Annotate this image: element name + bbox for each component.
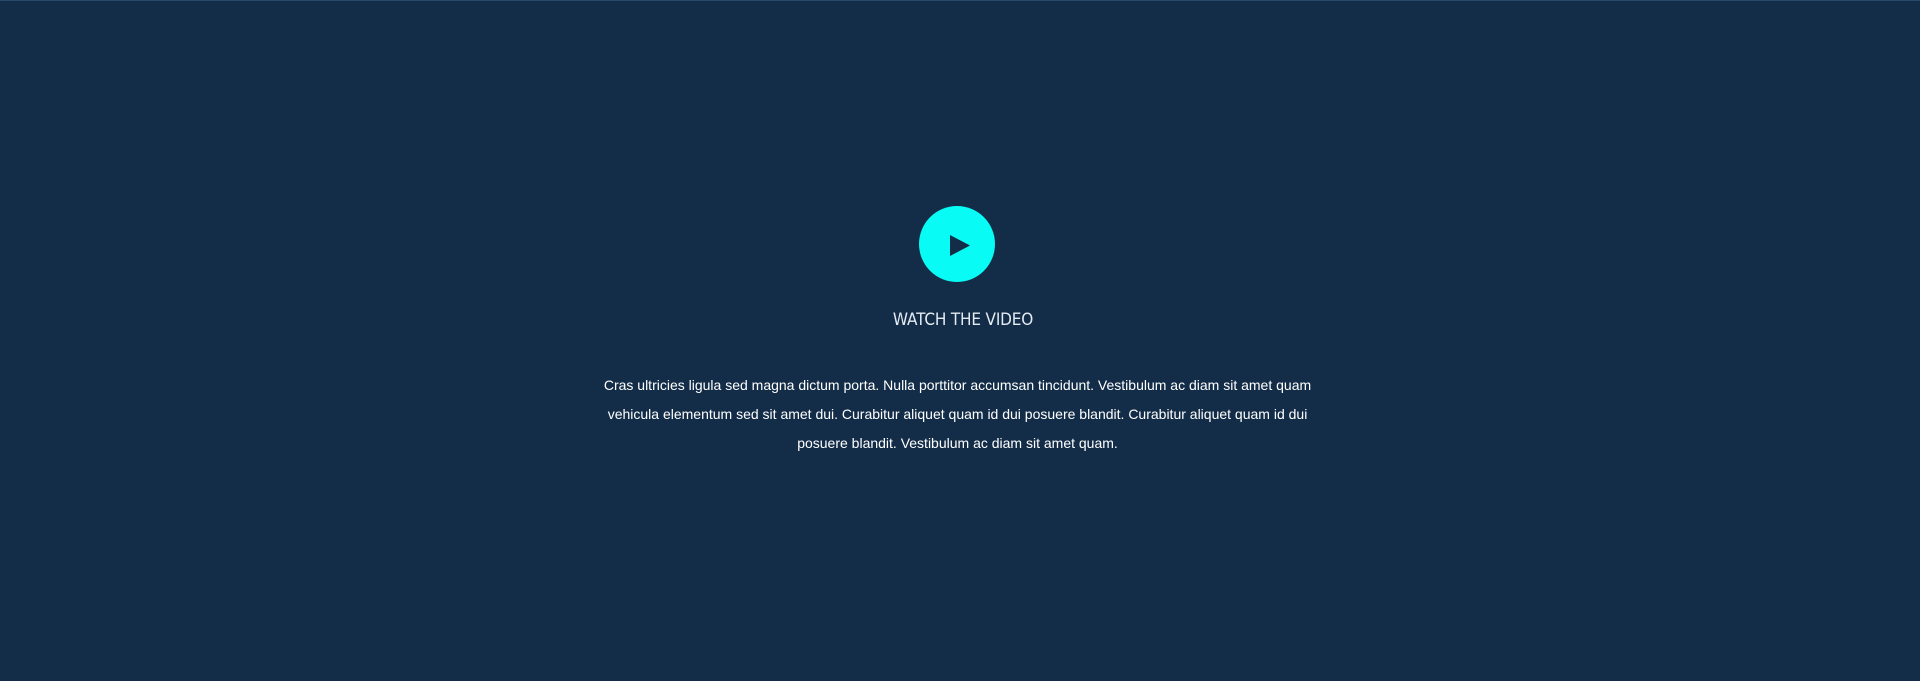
play-icon <box>950 235 970 256</box>
watch-video-title: WATCH THE VIDEO <box>892 310 1034 330</box>
play-video-button[interactable] <box>919 206 995 282</box>
video-section: WATCH THE VIDEO Cras ultricies ligula se… <box>0 0 1920 681</box>
video-description: Cras ultricies ligula sed magna dictum p… <box>603 377 1312 451</box>
